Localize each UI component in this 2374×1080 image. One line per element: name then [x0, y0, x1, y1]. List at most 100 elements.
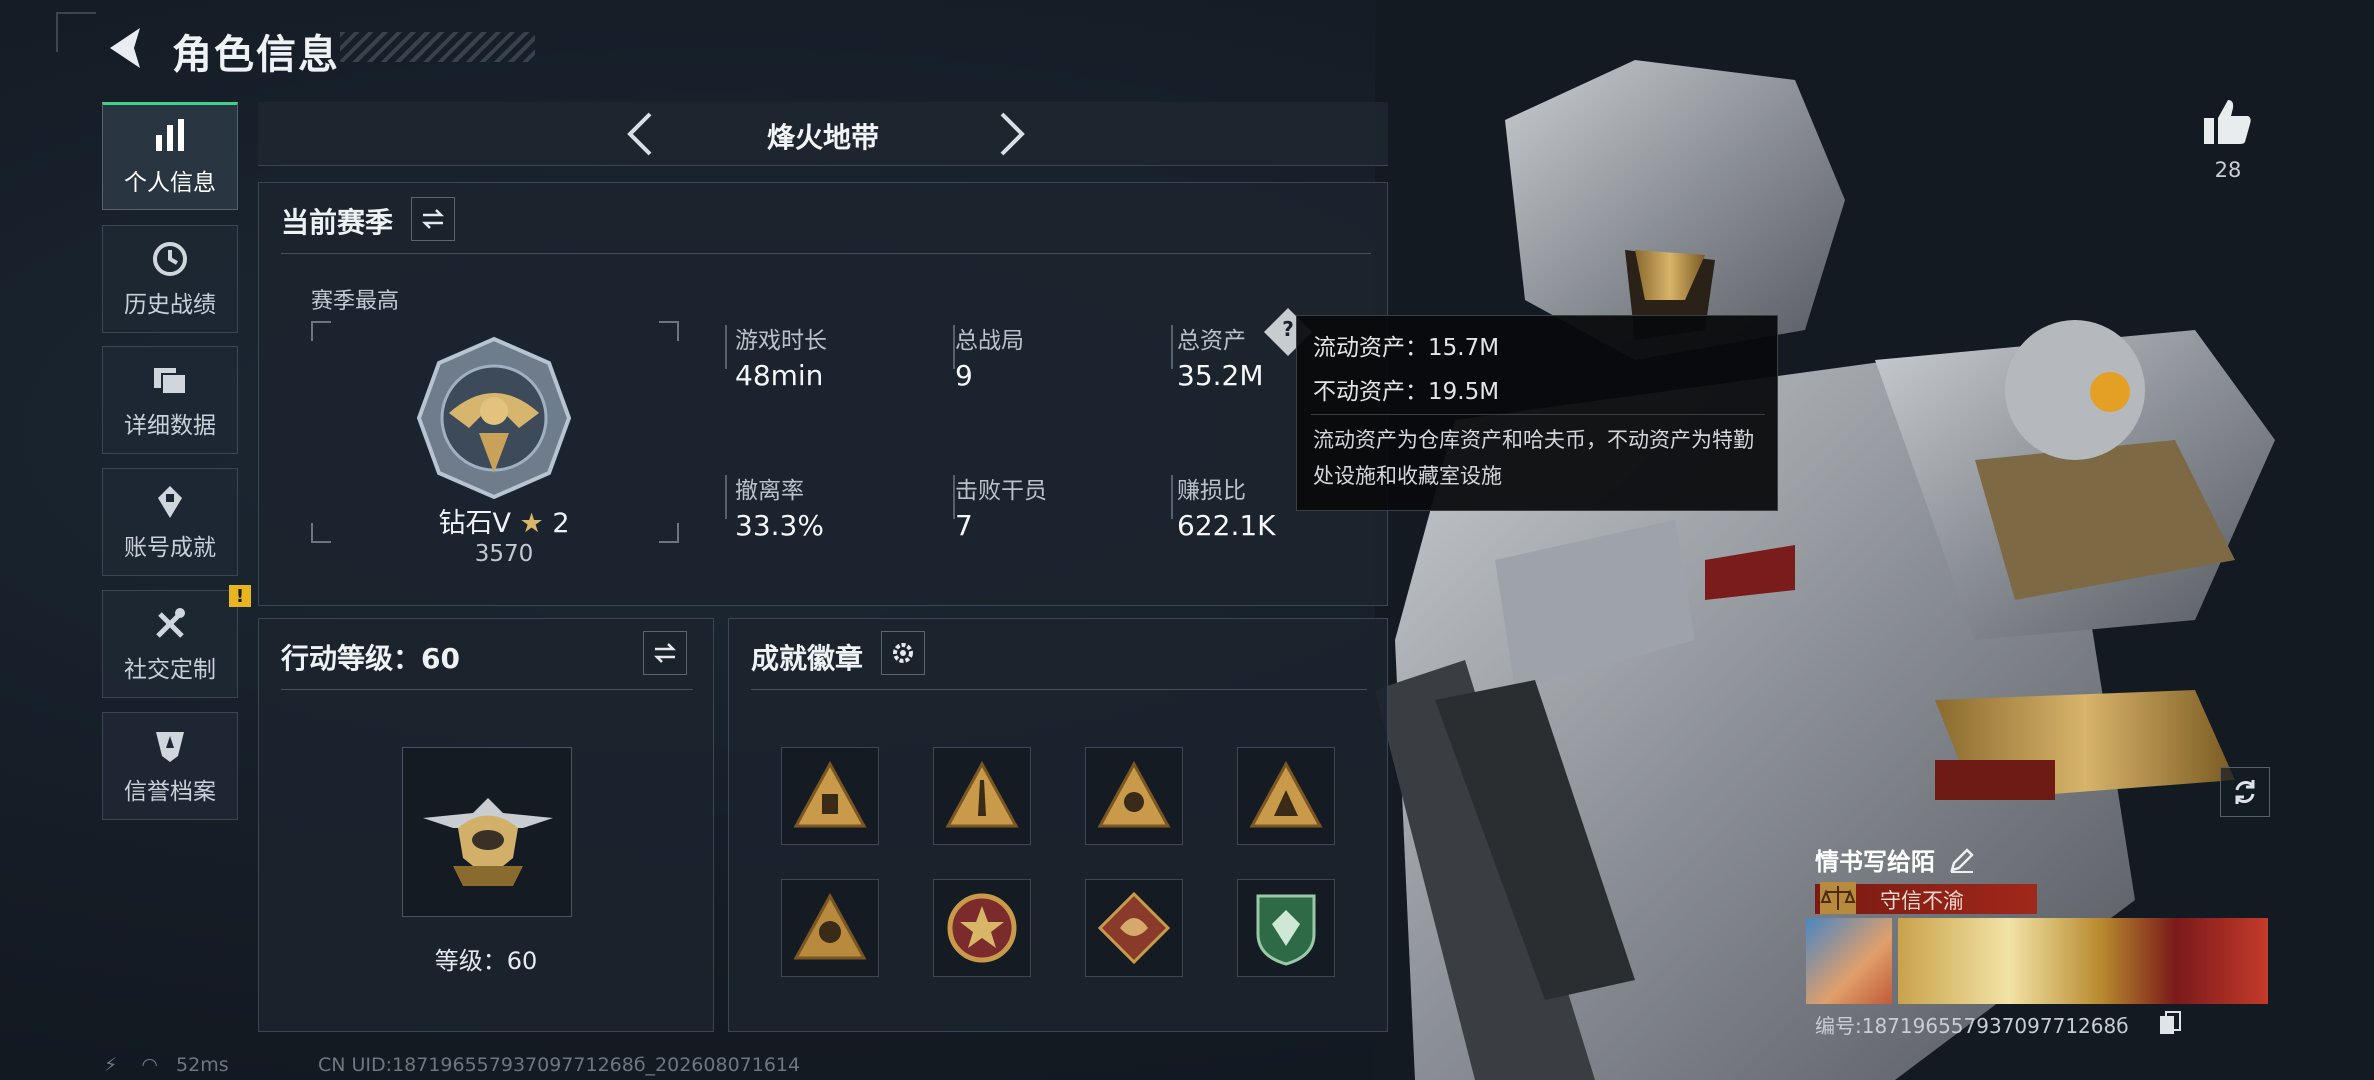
stat-label-matches: 总战局 — [955, 328, 1024, 354]
swap-icon — [653, 643, 677, 663]
tooltip-fixed-assets: 不动资产：19.5M — [1313, 379, 1500, 405]
sidebar-item-achievements[interactable]: 账号成就 — [102, 468, 238, 576]
avatar[interactable] — [1806, 918, 1892, 1004]
sidebar-item-social[interactable]: ! 社交定制 — [102, 585, 251, 698]
battery-icon: ⚡ — [104, 1054, 118, 1076]
season-panel: 当前赛季 赛季最高 钻石V ★ 2 3570 游戏时长 48min 总战局 9 … — [258, 182, 1388, 606]
divider — [281, 253, 1371, 254]
achievement-badge[interactable] — [933, 879, 1031, 977]
achievement-settings-button[interactable] — [881, 631, 925, 675]
achievement-badge[interactable] — [781, 747, 879, 845]
green-shield-badge-icon — [1256, 894, 1316, 966]
helicopter-emblem-icon — [423, 798, 553, 886]
shield-icon — [156, 732, 184, 762]
help-question-mark: ? — [1282, 317, 1294, 341]
wifi-icon: ◠ — [141, 1054, 158, 1076]
rank-score: 3570 — [474, 541, 534, 567]
achievement-badge[interactable] — [781, 879, 879, 977]
rank-stars: 2 — [552, 508, 570, 539]
swap-icon — [421, 209, 445, 229]
stat-label-playtime: 游戏时长 — [735, 328, 827, 354]
tooltip-note: 流动资产为仓库资产和哈夫币，不动资产为特勤处设施和收藏室设施 — [1313, 428, 1754, 488]
sidebar-item-label: 社交定制 — [124, 657, 216, 683]
title-badge-text: 守信不渝 — [1880, 889, 1964, 913]
tooltip-divider — [1311, 414, 1765, 415]
sidebar-item-label: 账号成就 — [124, 535, 216, 561]
sidebar-item-history[interactable]: 历史战绩 — [102, 225, 238, 333]
achievement-badge[interactable] — [1085, 879, 1183, 977]
chevron-right-icon[interactable] — [986, 110, 1034, 158]
frame-corner — [311, 523, 331, 543]
corner-decoration — [56, 12, 96, 52]
level-emblem-frame — [402, 747, 572, 917]
like-count: 28 — [2214, 158, 2242, 182]
stat-divider — [1171, 475, 1173, 519]
achievement-badge[interactable] — [1237, 747, 1335, 845]
stat-value-kills: 7 — [955, 509, 973, 542]
stat-value-matches: 9 — [955, 359, 973, 392]
sidebar-item-label: 个人信息 — [124, 170, 216, 196]
divider — [751, 689, 1367, 690]
achievement-badge[interactable] — [933, 747, 1031, 845]
triangle-badge-icon — [1097, 760, 1171, 828]
stat-label-profit-ratio: 赚损比 — [1177, 478, 1246, 504]
sidebar-item-label: 信誉档案 — [124, 779, 216, 805]
assets-tooltip: 流动资产：15.7M 不动资产：19.5M 流动资产为仓库资产和哈夫币，不动资产… — [1296, 315, 1778, 511]
stat-value-profit-ratio: 622.1K — [1177, 509, 1276, 542]
switch-season-button[interactable] — [411, 197, 455, 241]
stat-label-extraction: 撤离率 — [735, 478, 804, 504]
stat-label-kills: 击败干员 — [955, 478, 1047, 504]
copy-icon[interactable] — [2158, 1010, 2182, 1036]
status-bar: ⚡ ◠ 52ms — [104, 1054, 229, 1076]
season-title: 当前赛季 — [281, 206, 394, 239]
divider — [281, 689, 693, 690]
triangle-badge-icon — [945, 760, 1019, 828]
thumbs-up-icon[interactable] — [2200, 96, 2254, 150]
mode-name: 烽火地带 — [766, 121, 879, 154]
frame-corner — [659, 321, 679, 341]
rank-line: 钻石V ★ 2 — [399, 501, 609, 540]
achievement-icon — [158, 486, 182, 518]
season-best-label: 赛季最高 — [311, 289, 400, 314]
star-medal-badge-icon — [947, 893, 1017, 963]
tooltip-liquid-assets: 流动资产：15.7M — [1313, 335, 1500, 361]
sidebar-item-label: 历史战绩 — [124, 292, 216, 318]
action-level-title: 行动等级：60 — [281, 642, 460, 675]
achievement-badge[interactable] — [1237, 879, 1335, 977]
triangle-badge-icon — [793, 760, 867, 828]
dragon-badge-icon — [1097, 891, 1171, 965]
stat-value-assets: 35.2M — [1177, 359, 1264, 392]
back-arrow-icon[interactable] — [100, 22, 148, 74]
player-uid: 编号:18719655793709771268б — [1815, 1014, 2129, 1038]
stat-value-playtime: 48min — [735, 359, 824, 392]
warning-badge: ! — [229, 585, 251, 607]
sidebar-item-details[interactable]: 详细数据 — [102, 346, 238, 454]
achievement-badge[interactable] — [1085, 747, 1183, 845]
star-icon: ★ — [519, 508, 544, 539]
footer-uid: CN UID:18719655793709771268б_20260807161… — [318, 1054, 801, 1076]
page-title: 角色信息 — [172, 32, 340, 78]
skull-triangle-badge-icon — [793, 892, 867, 960]
scale-badge-icon — [1820, 882, 1856, 914]
switch-level-button[interactable] — [643, 631, 687, 675]
mode-selector-bar: 烽火地带 — [258, 102, 1388, 166]
tools-icon — [156, 608, 185, 638]
frame-corner — [311, 321, 331, 341]
action-level-panel: 行动等级：60 等级：60 — [258, 618, 714, 1032]
refresh-button[interactable] — [2220, 767, 2270, 817]
rank-name: 钻石V — [438, 508, 511, 539]
stat-divider — [1171, 325, 1173, 369]
folder-icon — [154, 368, 187, 395]
bar-chart-icon — [156, 119, 184, 151]
frame-corner — [659, 523, 679, 543]
ping-value: 52ms — [176, 1054, 229, 1076]
sidebar-item-reputation[interactable]: 信誉档案 — [102, 712, 238, 820]
sidebar-item-label: 详细数据 — [124, 413, 216, 439]
history-clock-icon — [153, 242, 187, 276]
sidebar-item-personal-info[interactable]: 个人信息 — [102, 102, 238, 210]
triangle-badge-icon — [1249, 760, 1323, 828]
level-text: 等级：60 — [434, 947, 538, 975]
edit-pencil-icon[interactable] — [1948, 846, 1976, 874]
achievements-title: 成就徽章 — [751, 642, 864, 675]
name-card-banner — [1898, 918, 2268, 1004]
